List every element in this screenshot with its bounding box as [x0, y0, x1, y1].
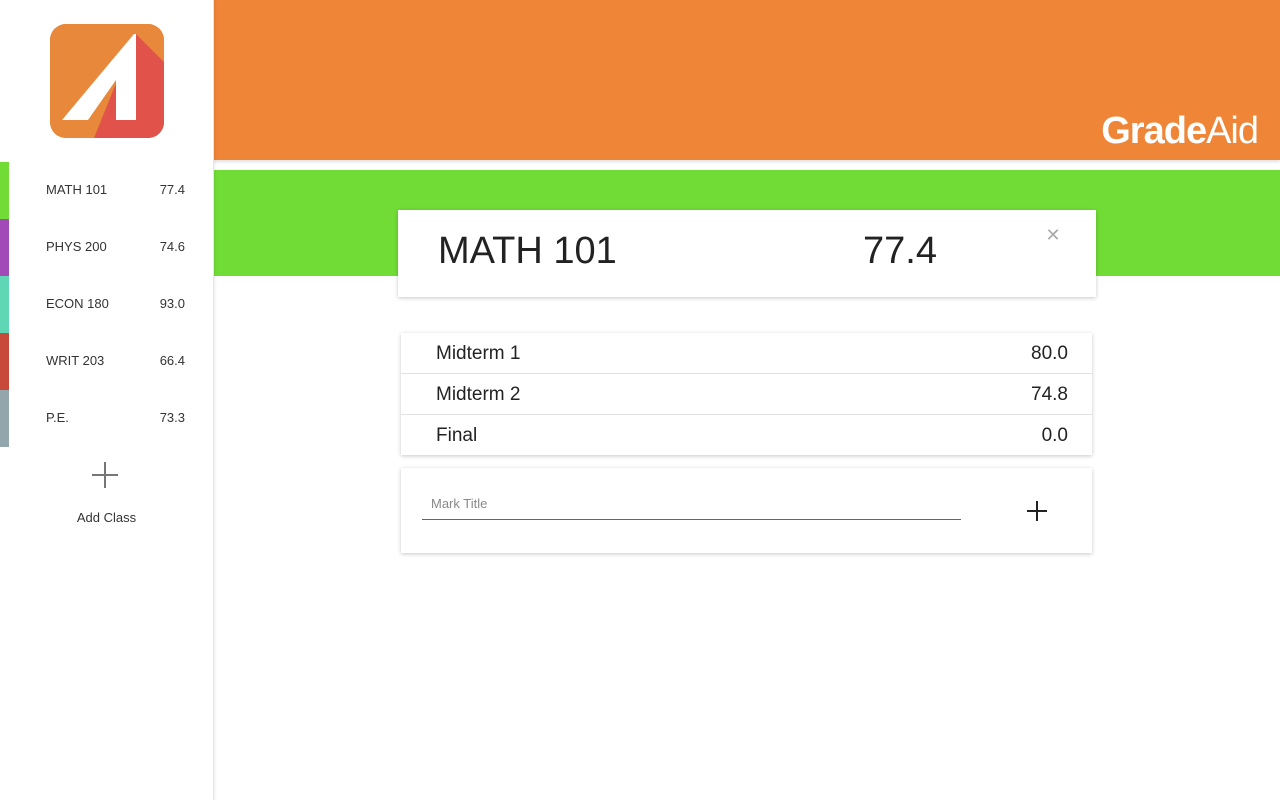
mark-value: 74.8	[1031, 384, 1068, 405]
class-color-stripe	[0, 390, 9, 447]
class-average: 77.4	[863, 230, 937, 272]
class-item-econ-180[interactable]: ECON 180 93.0	[0, 276, 213, 333]
add-mark-card	[401, 468, 1092, 553]
mark-value: 80.0	[1031, 343, 1068, 364]
class-name: ECON 180	[46, 296, 109, 311]
mark-title-input[interactable]	[422, 488, 961, 520]
mark-value: 0.0	[1041, 425, 1068, 446]
class-color-stripe	[0, 276, 9, 333]
app-header: GradeAid	[213, 0, 1280, 160]
class-color-stripe	[0, 162, 9, 219]
mark-title: Midterm 2	[436, 384, 521, 405]
class-item-phys-200[interactable]: PHYS 200 74.6	[0, 219, 213, 276]
mark-row[interactable]: Midterm 2 74.8	[401, 374, 1092, 415]
add-class-label: Add Class	[76, 510, 137, 525]
class-name: P.E.	[46, 410, 69, 425]
class-color-stripe	[0, 219, 9, 276]
sidebar: MATH 101 77.4 PHYS 200 74.6 ECON 180 93.…	[0, 0, 214, 800]
class-name: MATH 101	[46, 182, 108, 197]
class-summary-card: MATH 101 77.4 ✕	[398, 210, 1096, 297]
class-name: PHYS 200	[46, 239, 107, 254]
class-item-pe[interactable]: P.E. 73.3	[0, 390, 213, 447]
mark-row[interactable]: Midterm 1 80.0	[401, 333, 1092, 374]
class-list: MATH 101 77.4 PHYS 200 74.6 ECON 180 93.…	[0, 162, 213, 447]
brand-wordmark: GradeAid	[1101, 110, 1259, 153]
plus-icon[interactable]	[1027, 501, 1047, 521]
class-grade: 73.3	[159, 410, 185, 425]
class-name: WRIT 203	[46, 353, 105, 368]
mark-title: Final	[436, 425, 478, 446]
close-icon[interactable]: ✕	[1044, 226, 1062, 244]
class-grade: 74.6	[159, 239, 185, 254]
marks-table: Midterm 1 80.0 Midterm 2 74.8 Final 0.0	[401, 333, 1092, 455]
class-grade: 77.4	[159, 182, 185, 197]
mark-row[interactable]: Final 0.0	[401, 415, 1092, 455]
class-title: MATH 101	[438, 230, 617, 272]
class-grade: 66.4	[159, 353, 185, 368]
class-item-math-101[interactable]: MATH 101 77.4	[0, 162, 213, 219]
mark-title: Midterm 1	[436, 343, 521, 364]
class-color-stripe	[0, 333, 9, 390]
gradeaid-logo-icon	[50, 24, 164, 138]
plus-icon	[92, 462, 118, 488]
class-item-writ-203[interactable]: WRIT 203 66.4	[0, 333, 213, 390]
class-grade: 93.0	[159, 296, 185, 311]
brand-light: Aid	[1206, 110, 1259, 152]
brand-bold: Grade	[1101, 110, 1207, 152]
add-class-button[interactable]: Add Class	[0, 450, 213, 530]
